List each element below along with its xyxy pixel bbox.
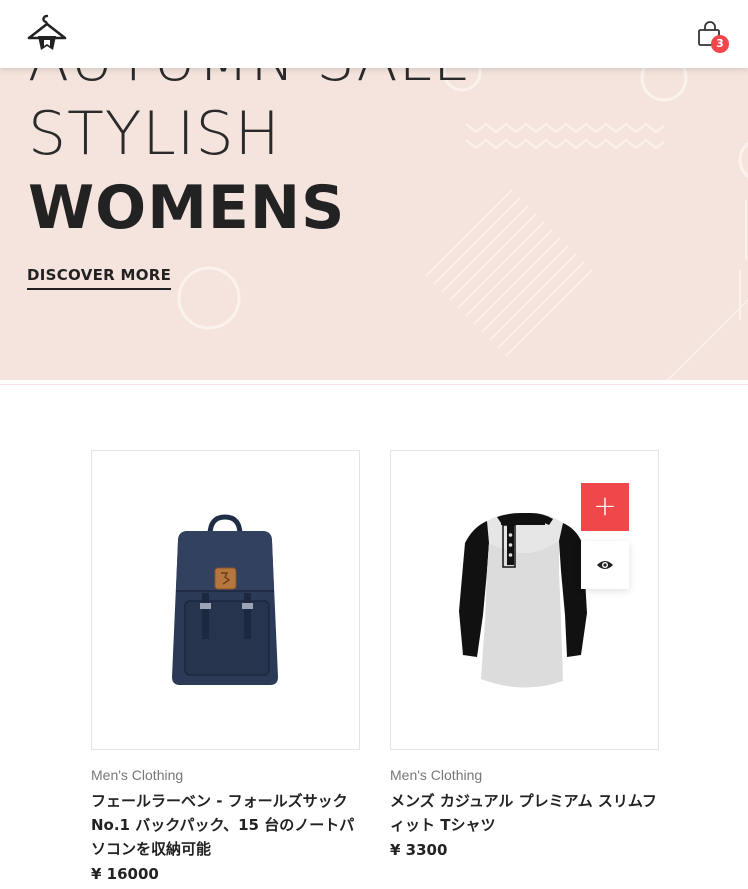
product-category: Men's Clothing [91,767,184,783]
backpack-image [172,514,278,685]
discover-more-link[interactable]: DISCOVER MORE [27,266,172,290]
hero-line-3: WOMENS [28,173,346,243]
product-category: Men's Clothing [390,767,483,783]
add-to-cart-button[interactable]: + [581,483,629,531]
product-image[interactable]: + [390,450,659,750]
hero-line-2: STYLISH [28,99,281,169]
site-header: 3 [0,0,748,68]
section-divider [0,384,748,385]
product-title[interactable]: メンズ カジュアル プレミアム スリムフィット Tシャツ [390,789,659,837]
product-card[interactable]: Men's Clothing フェールラーベン - フォールズサック No.1 … [91,450,360,883]
product-price: ¥ 3300 [390,841,448,859]
plus-icon: + [593,489,617,522]
product-card[interactable]: + Men's Clothing メンズ カジュアル プレミアム スリムフィット… [390,450,659,859]
product-title[interactable]: フェールラーベン - フォールズサック No.1 バックパック、15 台のノート… [91,789,360,861]
product-image[interactable] [91,450,360,750]
quick-view-button[interactable] [581,541,629,589]
eye-icon [597,561,613,569]
hanger-logo-icon[interactable] [26,12,68,54]
product-price: ¥ 16000 [91,865,159,883]
cart-count-badge: 3 [711,35,729,53]
cart-button[interactable]: 3 [696,20,729,54]
